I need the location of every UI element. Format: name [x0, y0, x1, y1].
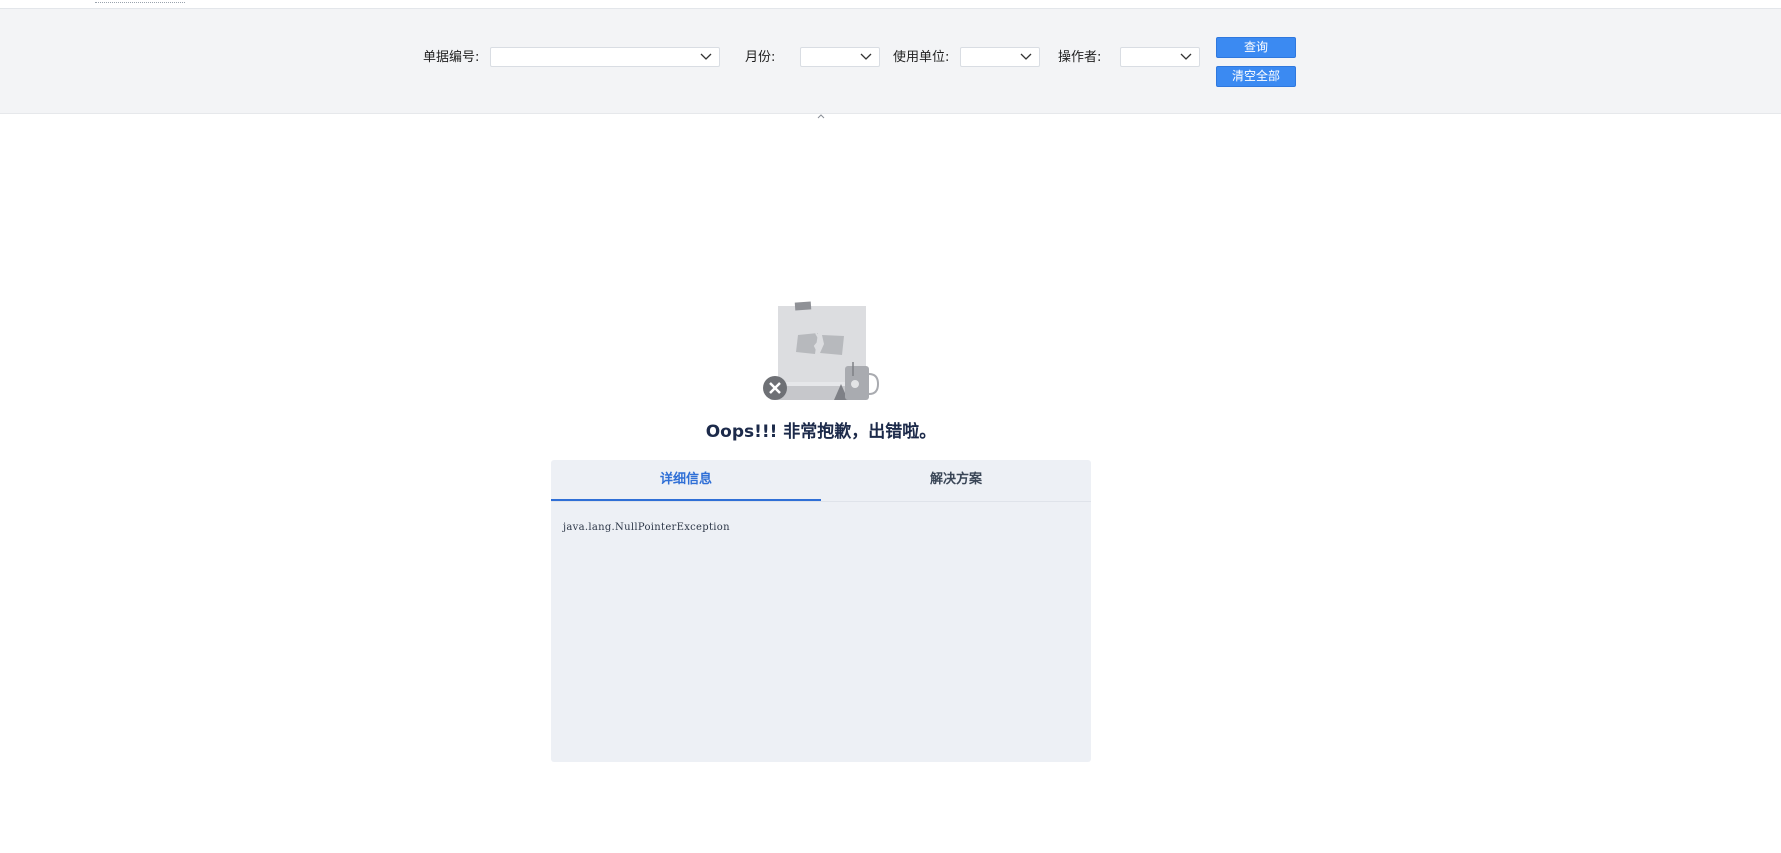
doc-no-label: 单据编号: [423, 50, 480, 65]
unit-select[interactable] [960, 47, 1040, 67]
tab-details[interactable]: 详细信息 [551, 460, 821, 501]
query-button[interactable]: 查询 [1216, 37, 1296, 58]
error-title: Oops!!! 非常抱歉，出错啦。 [705, 422, 937, 442]
filter-bar: 单据编号: 月份: 使用单位: 操作者: 查询 清空全部 [0, 9, 1781, 119]
month-label: 月份: [745, 50, 776, 65]
unit-label: 使用单位: [893, 50, 950, 65]
chevron-down-icon [860, 53, 872, 60]
chevron-down-icon [700, 53, 712, 60]
error-illustration [760, 300, 880, 405]
operator-label: 操作者: [1058, 50, 1102, 65]
operator-select[interactable] [1120, 47, 1200, 67]
chevron-down-icon [1180, 53, 1192, 60]
tab-solution[interactable]: 解决方案 [821, 460, 1091, 501]
error-tabs: 详细信息 解决方案 [551, 460, 1091, 502]
doc-no-select[interactable] [490, 47, 720, 67]
top-strip-fragment [95, 0, 185, 3]
top-strip [0, 0, 1781, 9]
error-panel: 详细信息 解决方案 java.lang.NullPointerException [551, 460, 1091, 762]
collapse-arrow-icon[interactable] [817, 113, 825, 121]
clear-all-button[interactable]: 清空全部 [1216, 66, 1296, 87]
month-select[interactable] [800, 47, 880, 67]
error-detail-text: java.lang.NullPointerException [563, 522, 730, 533]
chevron-down-icon [1020, 53, 1032, 60]
